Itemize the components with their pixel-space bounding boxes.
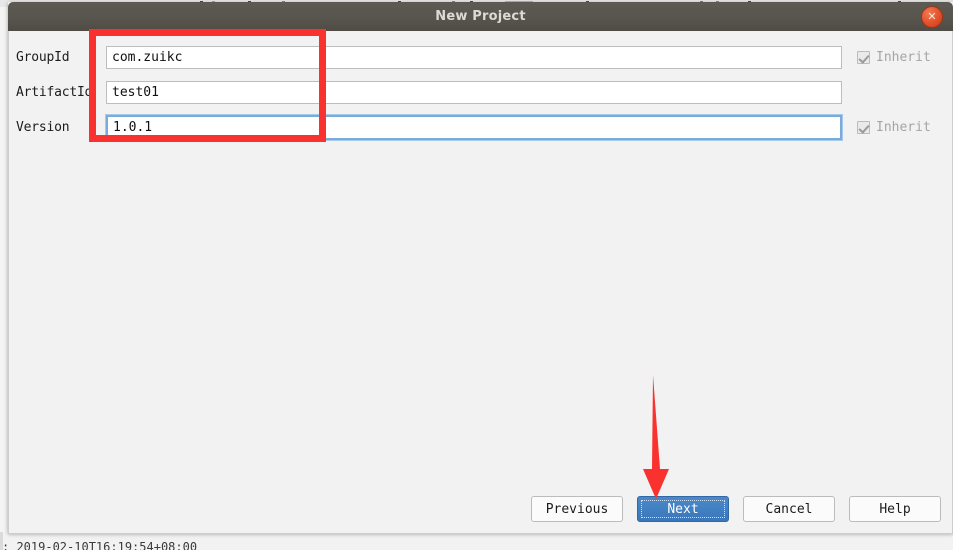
ide-console-strip: : 2019-02-10T16:19:54+08:00 <box>0 532 953 550</box>
close-icon[interactable]: ✕ <box>921 5 943 28</box>
checkmark-icon <box>857 121 870 134</box>
checkmark-icon <box>857 51 870 64</box>
dialog-title: New Project <box>435 9 526 24</box>
dialog-button-bar: Previous Next Cancel Help <box>531 496 941 522</box>
groupid-inherit-checkbox[interactable]: Inherit <box>857 50 931 65</box>
form-row-version: Version 1.0.1 Inherit <box>9 110 952 145</box>
console-timestamp-line: : 2019-02-10T16:19:54+08:00 <box>2 540 198 550</box>
version-inherit-label: Inherit <box>876 120 931 135</box>
help-button[interactable]: Help <box>849 496 941 522</box>
groupid-label: GroupId <box>16 50 70 65</box>
close-icon-glyph: ✕ <box>927 10 937 23</box>
dialog-body: GroupId com.zuikc Inherit ArtifactId tes… <box>8 31 953 534</box>
artifactid-label: ArtifactId <box>16 85 93 100</box>
form-row-groupid: GroupId com.zuikc Inherit <box>9 40 952 75</box>
cancel-button[interactable]: Cancel <box>743 496 835 522</box>
next-button-label: Next <box>667 501 699 517</box>
groupid-inherit-label: Inherit <box>876 50 931 65</box>
project-coordinates-form: GroupId com.zuikc Inherit ArtifactId tes… <box>9 31 952 145</box>
version-inherit-checkbox[interactable]: Inherit <box>857 120 931 135</box>
version-input[interactable]: 1.0.1 <box>106 115 842 140</box>
new-project-dialog: New Project ✕ GroupId com.zuikc Inherit … <box>8 2 953 534</box>
artifactid-input[interactable]: test01 <box>106 81 842 104</box>
form-row-artifactid: ArtifactId test01 <box>9 75 952 110</box>
previous-button[interactable]: Previous <box>531 496 623 522</box>
version-label: Version <box>16 120 70 135</box>
groupid-input[interactable]: com.zuikc <box>106 46 842 69</box>
dialog-titlebar: New Project ✕ <box>8 2 953 31</box>
next-button[interactable]: Next <box>637 496 729 522</box>
